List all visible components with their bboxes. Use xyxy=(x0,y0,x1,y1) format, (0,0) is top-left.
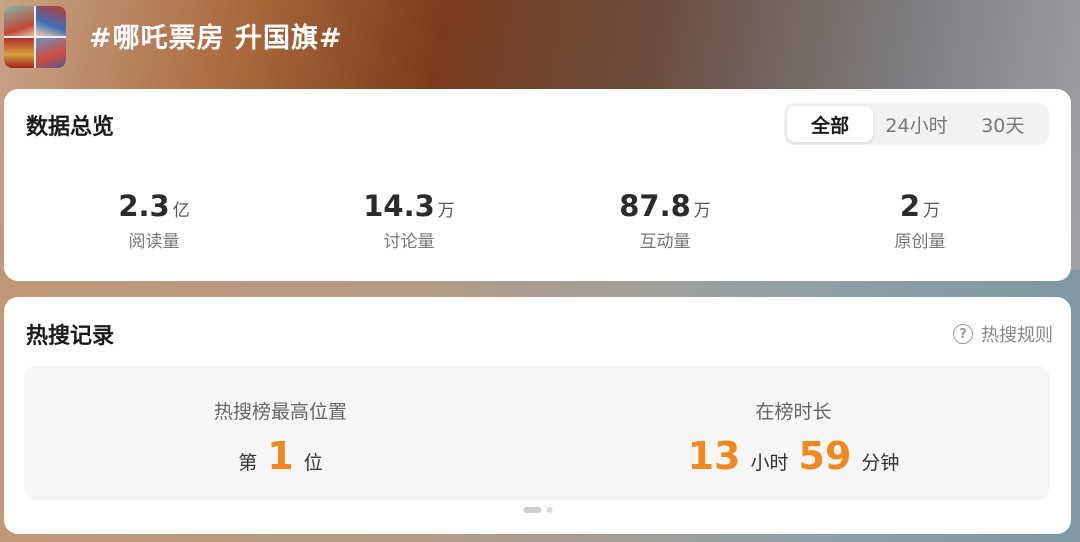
stat-unit: 万 xyxy=(437,201,455,221)
stat-label: 讨论量 xyxy=(383,232,435,252)
rules-label: 热搜规则 xyxy=(981,325,1053,346)
stats-row: 2.3 亿 阅读量 14.3 万 讨论量 87.8 万 互动量 2 万 原创量 xyxy=(4,189,1071,259)
data-overview-card: 数据总览 全部 24小时 30天 2.3 亿 阅读量 14.3 万 讨论量 87… xyxy=(4,89,1071,281)
stat-value: 87.8 xyxy=(619,189,691,223)
question-circle-icon: ? xyxy=(953,324,973,344)
time-range-switch: 全部 24小时 30天 xyxy=(784,103,1049,145)
duration-value: 13 小时 59 分钟 xyxy=(537,434,1050,478)
stat-reads: 2.3 亿 阅读量 xyxy=(54,189,254,252)
thumbnail-tile xyxy=(4,38,34,68)
filter-all[interactable]: 全部 xyxy=(787,106,874,142)
stat-discussions: 14.3 万 讨论量 xyxy=(309,189,509,252)
stat-interactions: 87.8 万 互动量 xyxy=(565,189,765,252)
page-indicator-active xyxy=(523,507,541,513)
stat-label: 原创量 xyxy=(894,232,946,252)
page-indicator-inactive xyxy=(546,507,552,513)
highest-position-value: 第 1 位 xyxy=(24,434,537,478)
stat-value: 2.3 xyxy=(118,189,170,223)
hot-search-panel: 热搜榜最高位置 第 1 位 在榜时长 13 小时 59 分钟 xyxy=(24,366,1050,500)
duration-block: 在榜时长 13 小时 59 分钟 xyxy=(537,366,1050,500)
filter-30d[interactable]: 30天 xyxy=(960,106,1046,142)
stat-value: 14.3 xyxy=(363,189,435,223)
duration-label: 在榜时长 xyxy=(755,401,832,423)
position-suffix: 位 xyxy=(303,452,323,474)
highest-position-block: 热搜榜最高位置 第 1 位 xyxy=(24,366,537,500)
stat-value: 2 xyxy=(899,189,921,223)
stat-originals: 2 万 原创量 xyxy=(820,189,1020,252)
thumbnail-tile xyxy=(36,6,66,36)
stat-label: 阅读量 xyxy=(128,232,180,252)
duration-hours-unit: 小时 xyxy=(750,452,789,474)
stat-unit: 万 xyxy=(693,201,711,221)
stat-label: 互动量 xyxy=(639,232,691,252)
duration-minutes: 59 xyxy=(798,434,852,478)
stat-unit: 亿 xyxy=(172,201,190,221)
thumbnail-tile xyxy=(4,6,34,36)
thumbnail-tile xyxy=(36,38,66,68)
position-prefix: 第 xyxy=(238,452,258,474)
position-number: 1 xyxy=(267,434,294,478)
topic-thumbnail[interactable] xyxy=(4,6,66,68)
duration-hours: 13 xyxy=(687,434,741,478)
highest-position-label: 热搜榜最高位置 xyxy=(213,401,347,423)
topic-title: #哪吒票房 升国旗# xyxy=(89,23,343,54)
stat-unit: 万 xyxy=(923,201,941,221)
hot-search-rules-link[interactable]: ? 热搜规则 xyxy=(953,321,1053,347)
hot-search-title: 热搜记录 xyxy=(26,324,115,349)
overview-title: 数据总览 xyxy=(26,115,115,140)
filter-24h[interactable]: 24小时 xyxy=(873,106,959,142)
duration-minutes-unit: 分钟 xyxy=(861,452,900,474)
page-indicator xyxy=(523,507,552,513)
topic-header: #哪吒票房 升国旗# xyxy=(0,0,1080,88)
hot-search-card: 热搜记录 ? 热搜规则 热搜榜最高位置 第 1 位 在榜时长 13 小时 59 … xyxy=(4,297,1071,534)
